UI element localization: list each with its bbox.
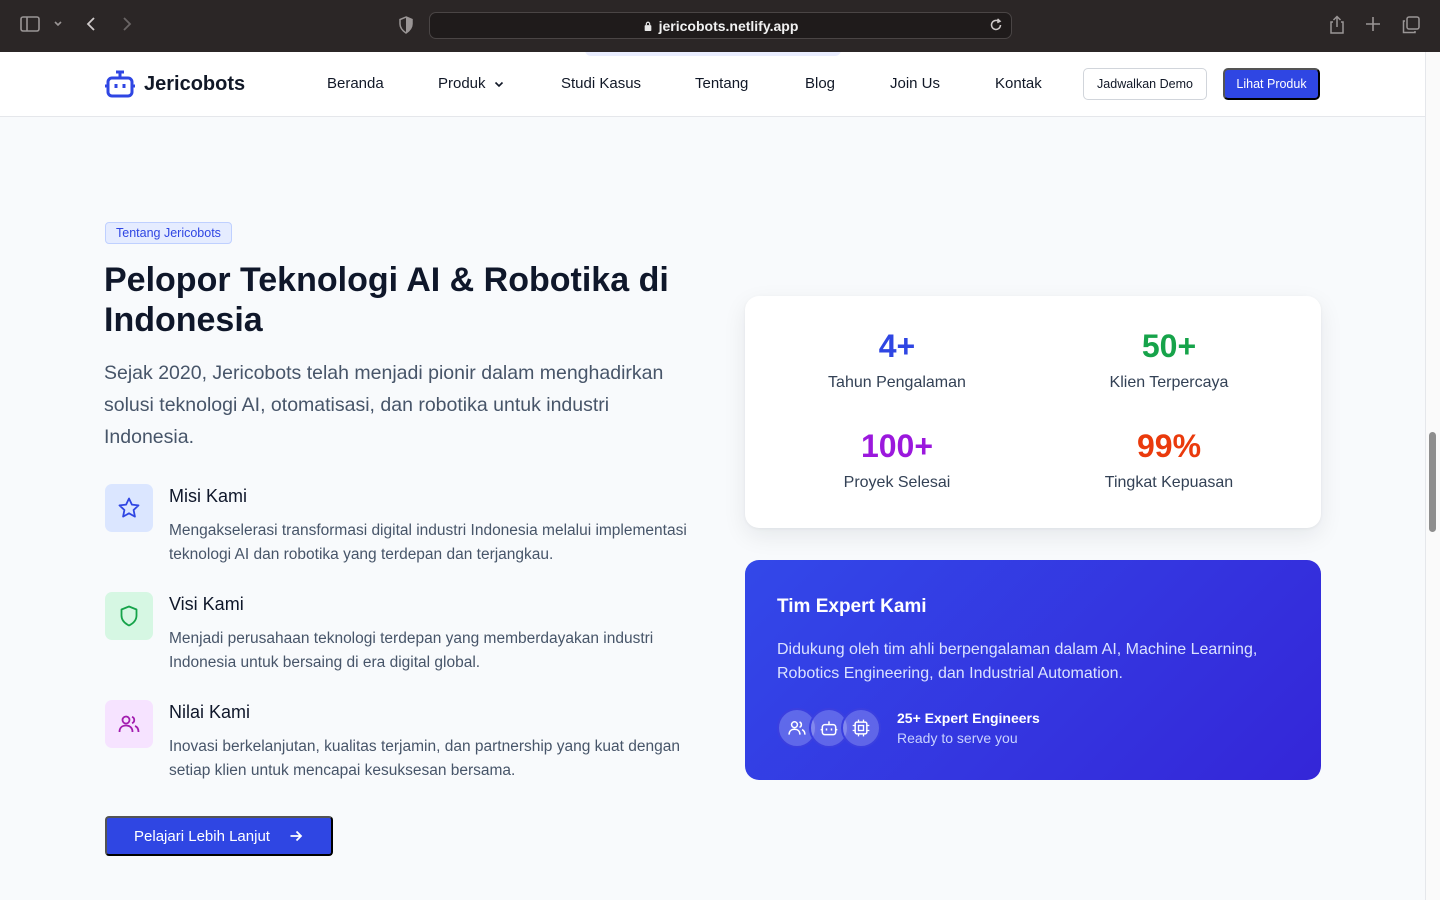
share-icon[interactable] xyxy=(1328,15,1346,35)
address-url: jericobots.netlify.app xyxy=(658,17,799,34)
nav-produk-label: Produk xyxy=(438,75,486,92)
stat-value: 4+ xyxy=(878,328,916,364)
decorative-glow xyxy=(585,52,841,56)
nav-blog[interactable]: Blog xyxy=(805,75,835,92)
feature-misi: Misi Kami Mengakselerasi transformasi di… xyxy=(105,484,695,574)
team-card: Tim Expert Kami Didukung oleh tim ahli b… xyxy=(745,560,1321,780)
feature-visi: Visi Kami Menjadi perusahaan teknologi t… xyxy=(105,592,695,682)
nav-tentang[interactable]: Tentang xyxy=(695,75,748,92)
shield-icon xyxy=(105,592,153,640)
sidebar-toggle-icon[interactable] xyxy=(20,16,40,32)
nav-kontak[interactable]: Kontak xyxy=(995,75,1042,92)
view-products-button[interactable]: Lihat Produk xyxy=(1223,68,1320,100)
arrow-right-icon xyxy=(290,830,303,842)
team-desc: Didukung oleh tim ahli berpengalaman dal… xyxy=(777,641,1258,682)
stat-value: 99% xyxy=(1136,428,1202,464)
chevron-down-icon xyxy=(494,81,503,87)
new-tab-icon[interactable] xyxy=(1365,16,1381,32)
stat-item: 99% Tingkat Kepuasan xyxy=(1025,428,1313,492)
stat-label: Tahun Pengalaman xyxy=(828,374,966,391)
scrollbar-thumb[interactable] xyxy=(1429,432,1436,532)
schedule-demo-button[interactable]: Jadwalkan Demo xyxy=(1083,68,1207,100)
learn-more-button[interactable]: Pelajari Lebih Lanjut xyxy=(105,816,333,856)
chevron-down-icon[interactable] xyxy=(52,16,64,32)
site-header: Jericobots Beranda Produk Studi Kasus Te… xyxy=(0,52,1425,117)
stat-item: 4+ Tahun Pengalaman xyxy=(753,328,1041,392)
stat-label: Tingkat Kepuasan xyxy=(1104,474,1234,491)
stat-value: 50+ xyxy=(1141,328,1197,364)
team-subtitle: Ready to serve you xyxy=(897,730,1018,746)
reload-icon[interactable] xyxy=(989,18,1003,35)
cpu-icon xyxy=(841,708,881,748)
stat-label: Klien Terpercaya xyxy=(1109,374,1229,391)
users-icon xyxy=(105,700,153,748)
nav-studi-kasus[interactable]: Studi Kasus xyxy=(561,75,641,92)
stats-card: 4+ Tahun Pengalaman 50+ Klien Terpercaya… xyxy=(745,296,1321,528)
stat-label: Proyek Selesai xyxy=(843,474,951,491)
section-lead: Sejak 2020, Jericobots telah menjadi pio… xyxy=(104,362,664,448)
forward-icon[interactable] xyxy=(118,16,134,32)
address-bar[interactable]: jericobots.netlify.app xyxy=(429,12,1012,39)
nav-join-us[interactable]: Join Us xyxy=(890,75,940,92)
browser-toolbar: jericobots.netlify.app xyxy=(0,0,1440,52)
page-viewport: Jericobots Beranda Produk Studi Kasus Te… xyxy=(0,52,1425,900)
feature-nilai: Nilai Kami Inovasi berkelanjutan, kualit… xyxy=(105,700,695,790)
feature-desc: Mengakselerasi transformasi digital indu… xyxy=(169,522,687,563)
tab-overview-icon[interactable] xyxy=(1402,16,1420,34)
stat-value: 100+ xyxy=(860,428,934,464)
nav-produk[interactable]: Produk xyxy=(438,75,505,92)
feature-desc: Menjadi perusahaan teknologi terdepan ya… xyxy=(169,630,654,671)
feature-title: Misi Kami xyxy=(169,486,248,506)
lock-icon xyxy=(644,21,651,31)
brand-name: Jericobots xyxy=(144,72,246,95)
feature-desc: Inovasi berkelanjutan, kualitas terjamin… xyxy=(169,738,680,779)
brand-logo[interactable]: Jericobots xyxy=(105,70,245,98)
back-icon[interactable] xyxy=(84,16,100,32)
robot-logo-icon xyxy=(105,70,135,98)
section-title: Pelopor Teknologi AI & Robotika di Indon… xyxy=(104,261,669,339)
nav-beranda[interactable]: Beranda xyxy=(327,75,384,92)
section-tag: Tentang Jericobots xyxy=(105,222,232,244)
stat-item: 100+ Proyek Selesai xyxy=(753,428,1041,492)
star-icon xyxy=(105,484,153,532)
feature-title: Nilai Kami xyxy=(169,702,251,722)
team-avatars xyxy=(777,708,881,748)
team-count: 25+ Expert Engineers xyxy=(897,710,1040,726)
team-title: Tim Expert Kami xyxy=(777,596,927,617)
stat-item: 50+ Klien Terpercaya xyxy=(1025,328,1313,392)
privacy-shield-icon[interactable] xyxy=(398,16,414,34)
learn-more-label: Pelajari Lebih Lanjut xyxy=(134,827,270,845)
feature-title: Visi Kami xyxy=(169,594,244,614)
